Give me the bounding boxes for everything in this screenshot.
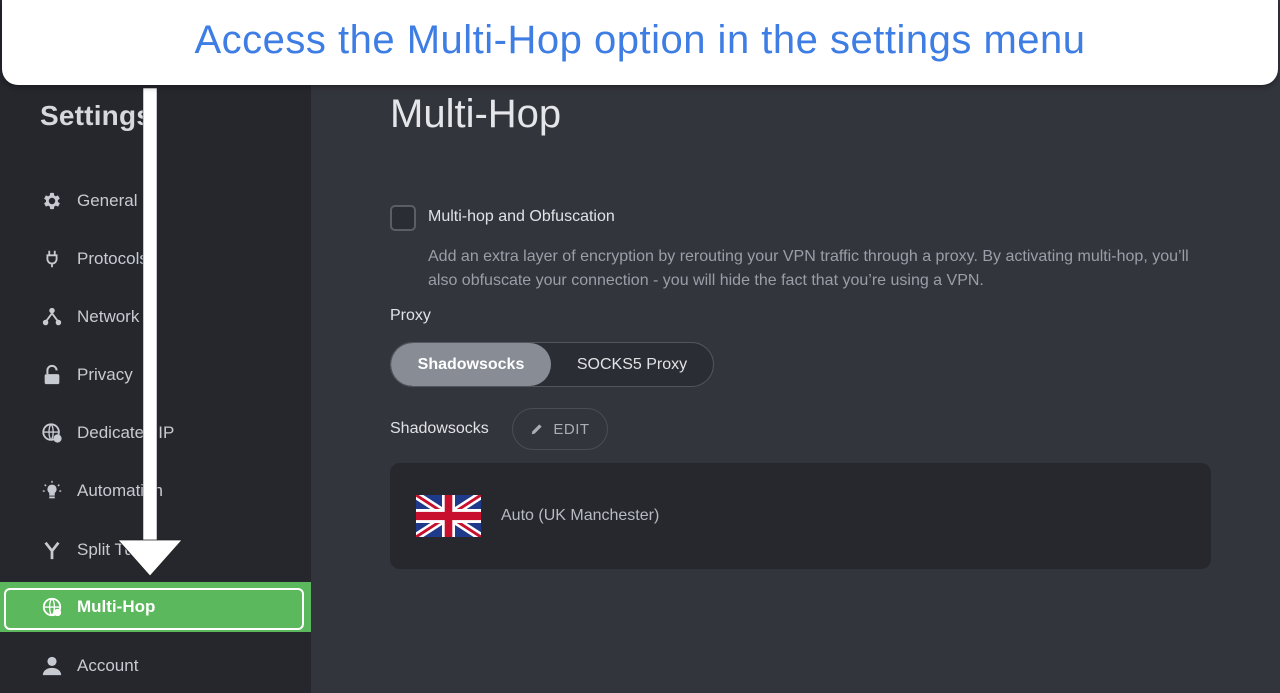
server-name: Auto (UK Manchester)	[501, 507, 660, 524]
sidebar-item-multi-hop[interactable]: Multi-Hop	[0, 582, 311, 632]
uk-flag-icon	[416, 495, 481, 537]
page-title: Multi-Hop	[390, 92, 562, 136]
shadowsocks-label: Shadowsocks	[390, 420, 489, 437]
sidebar-item-label: Split Tunnel	[77, 540, 166, 559]
sidebar-item-network[interactable]: Network	[0, 292, 311, 342]
sidebar-item-label: Dedicated IP	[77, 423, 175, 442]
multihop-checkbox[interactable]	[390, 205, 416, 231]
proxy-option-socks5[interactable]: SOCKS5 Proxy	[551, 343, 713, 386]
plug-icon	[40, 247, 64, 271]
sidebar-item-split-tunnel[interactable]: Split Tunnel	[0, 525, 311, 575]
sidebar-item-automation[interactable]: Automation	[0, 466, 311, 516]
globe-person-icon	[40, 421, 64, 445]
proxy-segmented-control: Shadowsocks SOCKS5 Proxy	[390, 342, 714, 387]
gear-icon	[40, 189, 64, 213]
globe-arrows-icon	[40, 595, 64, 619]
app-window: Settings General Protocols Network Priva…	[0, 0, 1280, 693]
sidebar-item-label: Multi-Hop	[77, 597, 156, 616]
sidebar-item-privacy[interactable]: Privacy	[0, 350, 311, 400]
sidebar-item-dedicated-ip[interactable]: Dedicated IP	[0, 408, 311, 458]
sidebar-item-account[interactable]: Account	[0, 641, 311, 691]
proxy-label: Proxy	[390, 307, 431, 324]
pencil-icon	[530, 422, 544, 436]
instruction-banner-text: Access the Multi-Hop option in the setti…	[194, 18, 1086, 62]
server-card[interactable]: Auto (UK Manchester)	[390, 463, 1211, 569]
sidebar-item-general[interactable]: General	[0, 176, 311, 226]
sidebar-item-label: General	[77, 191, 138, 210]
lock-icon	[40, 363, 64, 387]
sidebar-item-label: Privacy	[77, 365, 133, 384]
sidebar-title: Settings	[40, 100, 153, 131]
sidebar-item-label: Automation	[77, 481, 163, 500]
edit-button-label: EDIT	[553, 420, 590, 438]
lightbulb-icon	[40, 479, 64, 503]
sidebar-item-protocols[interactable]: Protocols	[0, 234, 311, 284]
instruction-banner: Access the Multi-Hop option in the setti…	[2, 0, 1278, 85]
person-icon	[40, 654, 64, 678]
sidebar-item-label: Account	[77, 656, 139, 675]
multihop-description: Add an extra layer of encryption by rero…	[428, 248, 1189, 289]
proxy-option-shadowsocks[interactable]: Shadowsocks	[391, 343, 551, 386]
split-icon	[40, 538, 64, 562]
network-icon	[40, 305, 64, 329]
sidebar: Settings General Protocols Network Priva…	[0, 0, 311, 693]
sidebar-item-label: Network	[77, 307, 140, 326]
multihop-checkbox-label[interactable]: Multi-hop and Obfuscation	[428, 208, 615, 226]
sidebar-item-label: Protocols	[77, 249, 148, 268]
edit-button[interactable]: EDIT	[512, 408, 608, 450]
